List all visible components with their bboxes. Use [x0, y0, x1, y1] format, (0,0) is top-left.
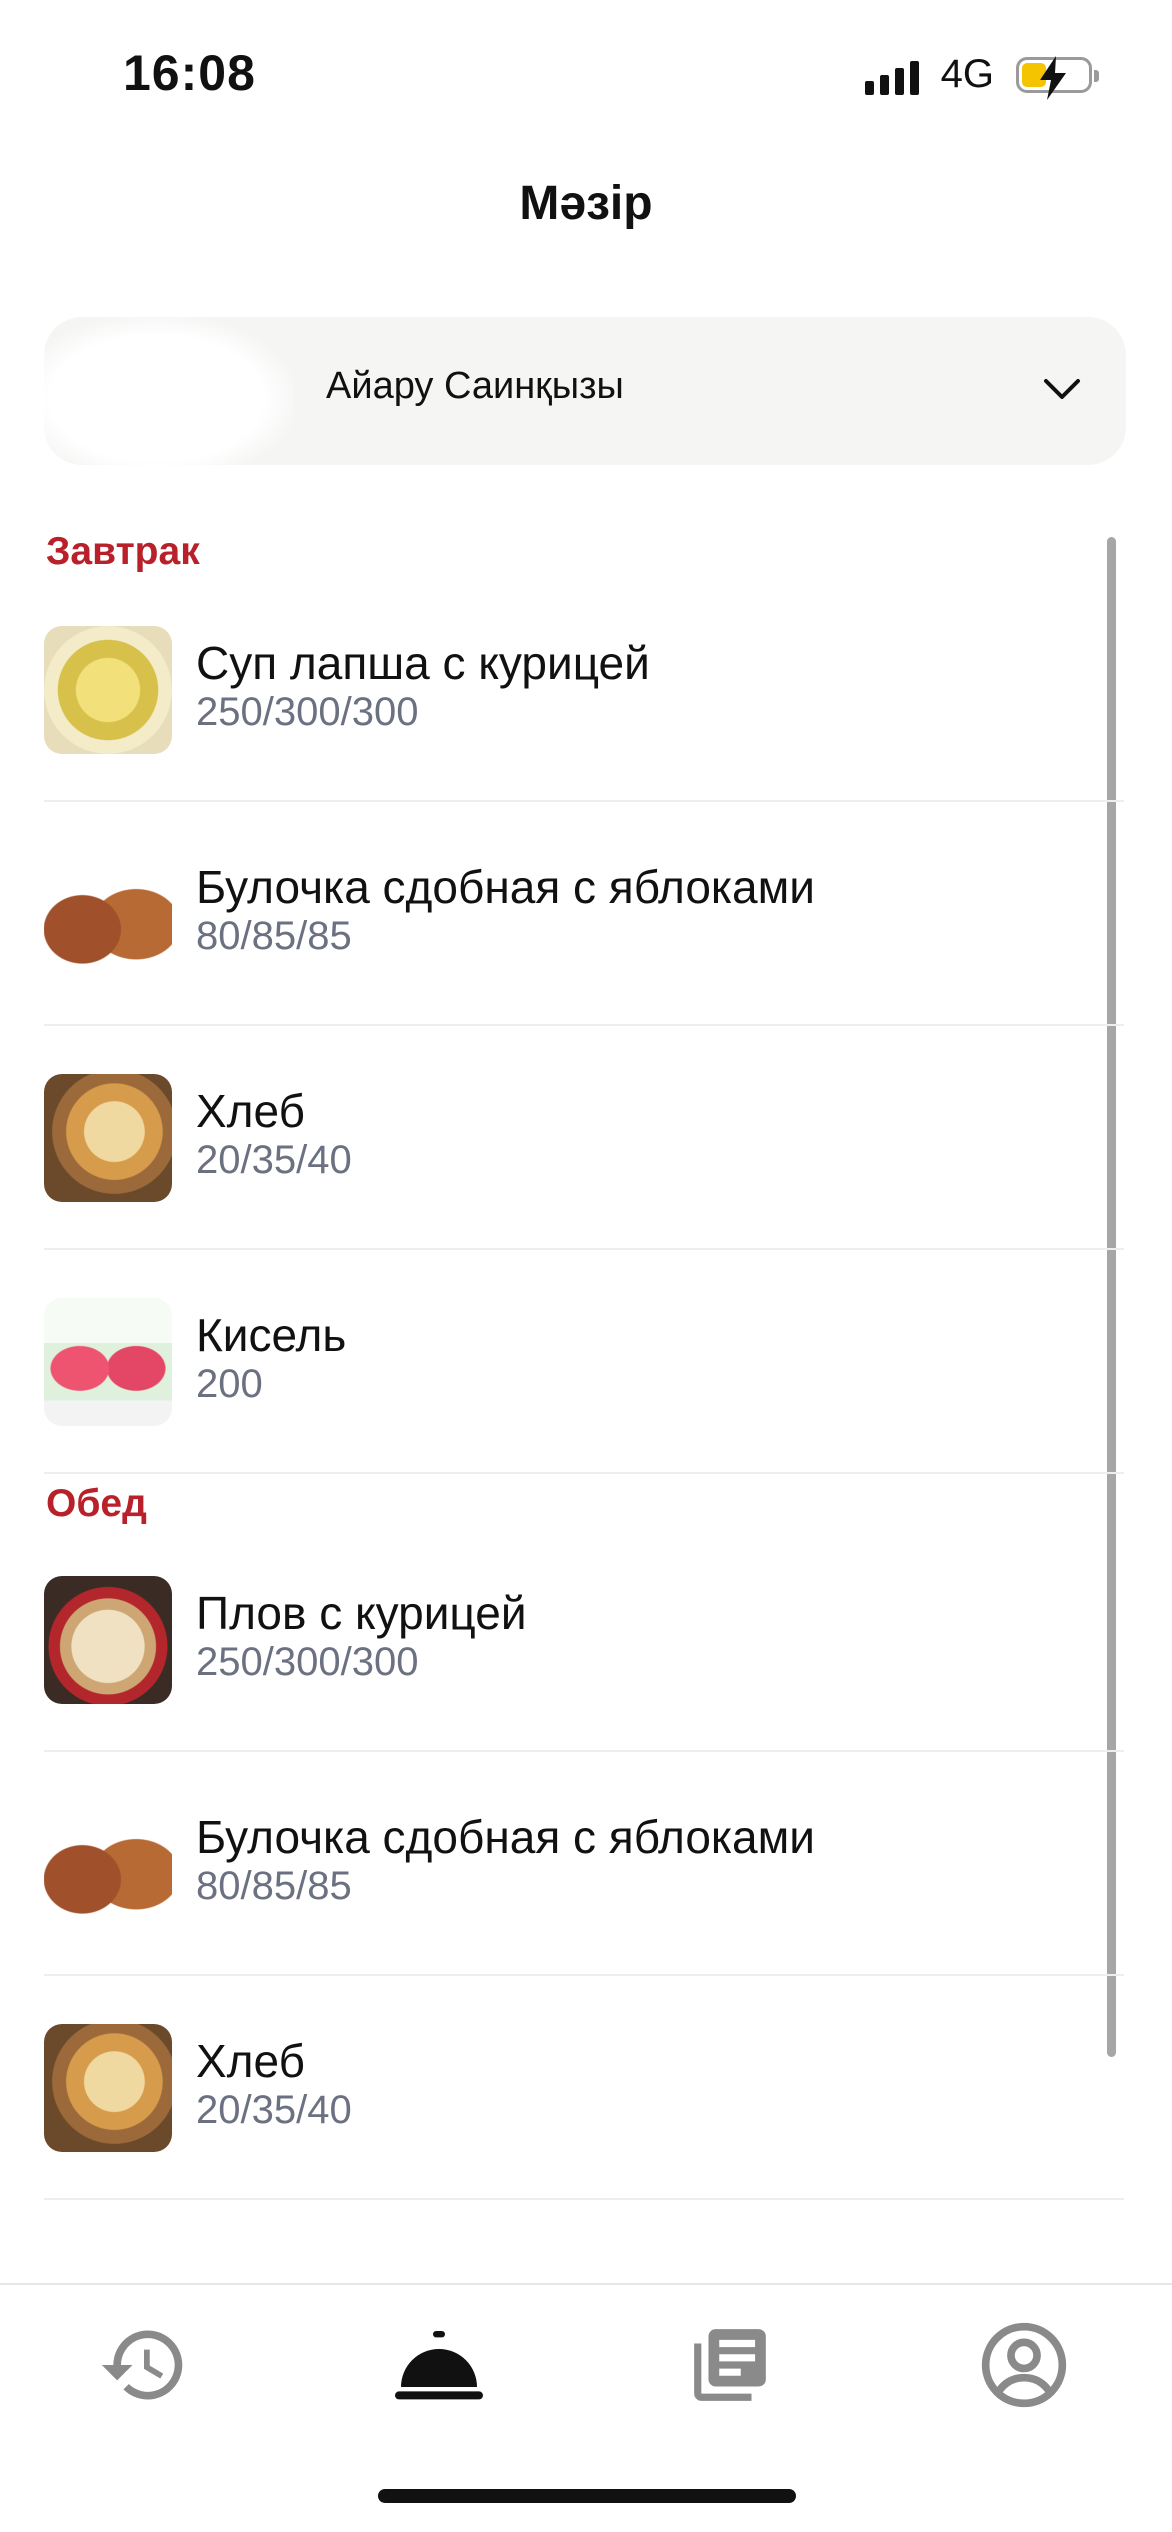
- item-name: Хлеб: [196, 2035, 305, 2087]
- menu-item[interactable]: Плов с курицей 250/300/300: [44, 1528, 1124, 1752]
- status-bar: 16:08 4G: [0, 0, 1172, 150]
- network-type: 4G: [940, 52, 994, 96]
- plov-photo: [44, 1576, 172, 1704]
- documents-icon: [694, 2329, 766, 2401]
- battery-icon: [1016, 55, 1099, 100]
- noodle-soup-photo: [44, 626, 172, 754]
- section-title-breakfast: Завтрак: [46, 530, 200, 573]
- item-name: Булочка сдобная с яблоками: [196, 861, 815, 913]
- apple-bun-photo: [44, 850, 172, 978]
- item-portion: 80/85/85: [196, 914, 352, 958]
- menu-item[interactable]: Булочка сдобная с яблоками 80/85/85: [44, 802, 1124, 1026]
- menu-item[interactable]: Хлеб 20/35/40: [44, 1026, 1124, 1250]
- tab-history[interactable]: [94, 2315, 194, 2415]
- menu-item[interactable]: Кисель 200: [44, 1250, 1124, 1474]
- item-name: Плов с курицей: [196, 1587, 527, 1639]
- status-indicators: 4G: [864, 52, 1099, 100]
- home-indicator[interactable]: [378, 2489, 796, 2503]
- item-portion: 200: [196, 1362, 263, 1406]
- menu-cloche-icon: [395, 2331, 483, 2400]
- menu-item[interactable]: Булочка сдобная с яблоками 80/85/85: [44, 1752, 1124, 1976]
- status-time: 16:08: [123, 45, 256, 101]
- chevron-down-icon: [1044, 379, 1080, 399]
- item-portion: 250/300/300: [196, 1640, 419, 1684]
- tab-menu[interactable]: [389, 2315, 489, 2415]
- redacted-area: [44, 317, 294, 465]
- bread-photo: [44, 1074, 172, 1202]
- signal-icon: [864, 55, 919, 95]
- item-portion: 20/35/40: [196, 1138, 352, 1182]
- child-selector-dropdown[interactable]: Айару Саинқызы: [44, 317, 1126, 465]
- kissel-photo: [44, 1298, 172, 1426]
- tab-documents[interactable]: [680, 2315, 780, 2415]
- item-portion: 80/85/85: [196, 1864, 352, 1908]
- item-portion: 250/300/300: [196, 690, 419, 734]
- item-name: Хлеб: [196, 1085, 305, 1137]
- item-name: Булочка сдобная с яблоками: [196, 1811, 815, 1863]
- history-icon: [101, 2330, 183, 2400]
- divider: [44, 1472, 1124, 1474]
- page-title: Мәзір: [519, 177, 653, 230]
- item-name: Суп лапша с курицей: [196, 637, 650, 689]
- menu-item[interactable]: Хлеб 20/35/40: [44, 1976, 1124, 2200]
- divider: [44, 2198, 1124, 2200]
- section-title-lunch: Обед: [46, 1482, 147, 1525]
- item-name: Кисель: [196, 1309, 347, 1361]
- bread-photo: [44, 2024, 172, 2152]
- apple-bun-photo: [44, 1800, 172, 1928]
- item-portion: 20/35/40: [196, 2088, 352, 2132]
- profile-icon: [981, 2322, 1067, 2408]
- menu-item[interactable]: Суп лапша с курицей 250/300/300: [44, 578, 1124, 802]
- selected-child-name: Айару Саинқызы: [326, 365, 624, 407]
- tab-profile[interactable]: [974, 2315, 1074, 2415]
